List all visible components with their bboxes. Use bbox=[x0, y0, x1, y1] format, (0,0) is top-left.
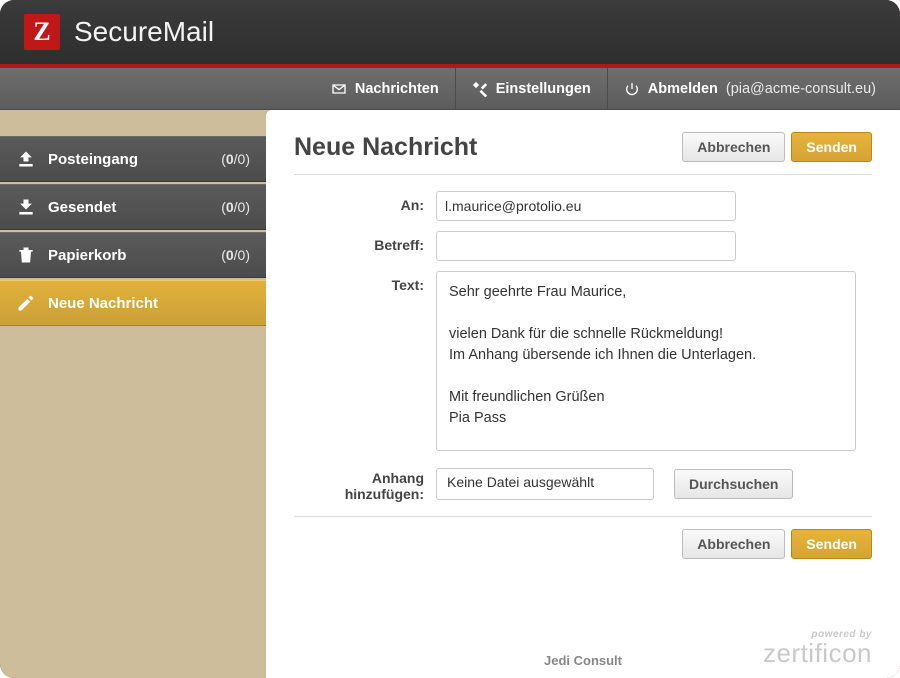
powered-by-logo: zertificon bbox=[763, 640, 872, 666]
page-title: Neue Nachricht bbox=[294, 133, 477, 162]
body: Posteingang (0/0) Gesendet (0/0) Papierk… bbox=[0, 110, 900, 678]
brand-bar: Z SecureMail bbox=[0, 0, 900, 68]
attach-label: Anhang hinzufügen: bbox=[294, 466, 424, 502]
brand-logo: Z bbox=[24, 14, 60, 50]
topmenu-settings[interactable]: Einstellungen bbox=[456, 68, 608, 110]
sidebar: Posteingang (0/0) Gesendet (0/0) Papierk… bbox=[0, 110, 266, 678]
sidebar-trash-label: Papierkorb bbox=[48, 247, 126, 264]
browse-button[interactable]: Durchsuchen bbox=[674, 469, 793, 499]
compose-icon bbox=[16, 293, 36, 313]
to-input[interactable] bbox=[436, 191, 736, 221]
brand-title: SecureMail bbox=[74, 16, 214, 48]
sidebar-sent-count: (0/0) bbox=[221, 199, 250, 215]
page-actions-bottom: Abbrechen Senden bbox=[294, 529, 872, 559]
cancel-button-bottom[interactable]: Abbrechen bbox=[682, 529, 785, 559]
tools-icon bbox=[472, 81, 488, 97]
compose-form: An: Betreff: Text: Anhang hinzufügen: Ke… bbox=[294, 191, 872, 502]
text-label: Text: bbox=[294, 271, 424, 293]
sidebar-item-inbox[interactable]: Posteingang (0/0) bbox=[0, 136, 266, 182]
sidebar-sent-label: Gesendet bbox=[48, 199, 116, 216]
send-button-bottom[interactable]: Senden bbox=[791, 529, 872, 559]
topmenu-user-email: (pia@acme-consult.eu) bbox=[726, 81, 876, 97]
inbox-icon bbox=[16, 149, 36, 169]
sidebar-item-compose[interactable]: Neue Nachricht bbox=[0, 280, 266, 326]
sidebar-inbox-label: Posteingang bbox=[48, 151, 138, 168]
sent-icon bbox=[16, 197, 36, 217]
main-panel: Neue Nachricht Abbrechen Senden An: Betr… bbox=[266, 110, 900, 678]
body-textarea[interactable] bbox=[436, 271, 856, 451]
trash-icon bbox=[16, 245, 36, 265]
sidebar-compose-label: Neue Nachricht bbox=[48, 295, 158, 312]
mail-icon bbox=[331, 81, 347, 97]
page-header: Neue Nachricht Abbrechen Senden bbox=[294, 132, 872, 175]
footer-tenant: Jedi Consult bbox=[544, 653, 622, 668]
divider bbox=[294, 516, 872, 517]
send-button-top[interactable]: Senden bbox=[791, 132, 872, 162]
topmenu-messages[interactable]: Nachrichten bbox=[315, 68, 456, 110]
footer: Jedi Consult powered by zertificon bbox=[294, 618, 872, 668]
sidebar-inbox-count: (0/0) bbox=[221, 151, 250, 167]
sidebar-item-sent[interactable]: Gesendet (0/0) bbox=[0, 184, 266, 230]
topmenu-logout-label: Abmelden bbox=[648, 81, 718, 97]
powered-by: powered by zertificon bbox=[763, 630, 872, 666]
cancel-button-top[interactable]: Abbrechen bbox=[682, 132, 785, 162]
app-window: Z SecureMail Nachrichten Einstellungen A… bbox=[0, 0, 900, 678]
subject-label: Betreff: bbox=[294, 231, 424, 253]
subject-input[interactable] bbox=[436, 231, 736, 261]
attach-filename: Keine Datei ausgewählt bbox=[436, 468, 654, 500]
top-menu: Nachrichten Einstellungen Abmelden (pia@… bbox=[0, 68, 900, 110]
page-actions-top: Abbrechen Senden bbox=[682, 132, 872, 162]
to-label: An: bbox=[294, 191, 424, 213]
sidebar-item-trash[interactable]: Papierkorb (0/0) bbox=[0, 232, 266, 278]
sidebar-trash-count: (0/0) bbox=[221, 247, 250, 263]
topmenu-logout[interactable]: Abmelden (pia@acme-consult.eu) bbox=[608, 68, 900, 110]
power-icon bbox=[624, 81, 640, 97]
topmenu-settings-label: Einstellungen bbox=[496, 81, 591, 97]
topmenu-messages-label: Nachrichten bbox=[355, 81, 439, 97]
